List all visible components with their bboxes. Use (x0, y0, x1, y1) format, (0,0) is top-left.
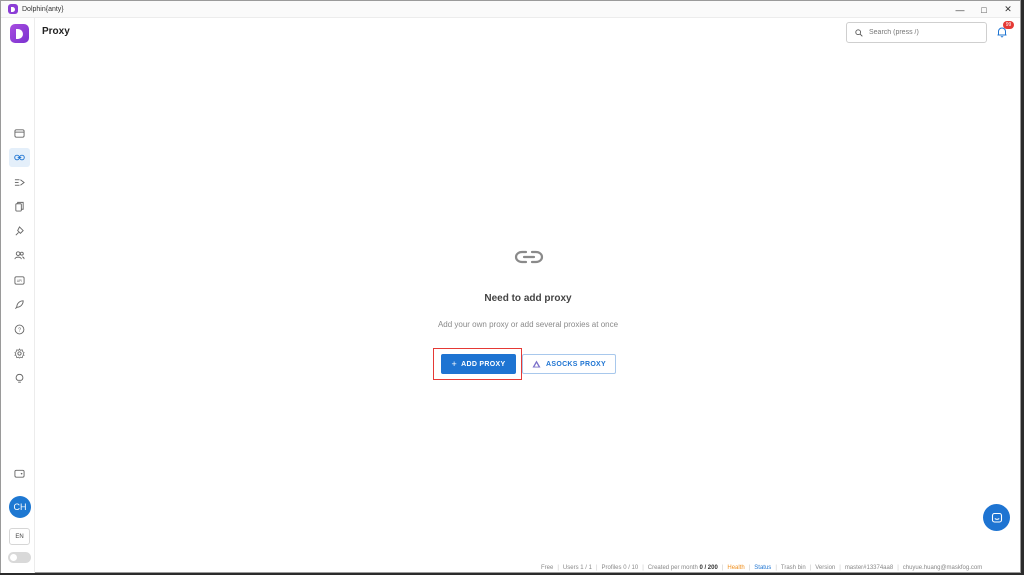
chat-icon (991, 512, 1002, 523)
status-bar: Free | Users 1 / 1 | Profiles 0 / 10 | C… (541, 564, 983, 571)
link-icon (514, 250, 544, 264)
svg-text:API: API (17, 279, 22, 283)
sidebar-item-settings[interactable] (9, 344, 30, 363)
version-label: Version (815, 564, 836, 571)
list-arrow-icon (14, 179, 25, 186)
copy-icon (15, 201, 24, 212)
sidebar-item-help[interactable]: ? (9, 320, 30, 339)
notifications-button[interactable]: 99 (996, 21, 1014, 39)
empty-state-title: Need to add proxy (484, 293, 572, 304)
profiles-value: 0 / 10 (623, 564, 639, 571)
wallet-button[interactable] (9, 464, 30, 483)
link-icon (14, 154, 25, 161)
sidebar-item-proxy[interactable] (9, 148, 30, 167)
users-value: 1 / 1 (580, 564, 592, 571)
empty-state-subtitle: Add your own proxy or add several proxie… (437, 320, 619, 329)
health-link[interactable]: Health (727, 565, 744, 571)
window-icon (14, 129, 25, 138)
status-link[interactable]: Status (754, 565, 771, 571)
sidebar-item-tips[interactable] (9, 369, 30, 388)
sidebar-item-browser-profiles[interactable] (9, 124, 30, 143)
gear-icon (14, 348, 25, 359)
search-input[interactable] (869, 29, 979, 36)
api-icon: API (14, 276, 25, 285)
app-window: Dolphin{anty} — □ ✕ API ? CH EN Proxy Se… (0, 0, 1021, 573)
sidebar: API ? CH EN (1, 18, 35, 573)
users-label: Users (562, 564, 579, 571)
page-title: Proxy (42, 26, 70, 37)
add-proxy-label: ADD PROXY (461, 360, 506, 368)
asocks-proxy-label: ASOCKS PROXY (546, 360, 606, 368)
pin-icon (15, 226, 24, 236)
title-bar: Dolphin{anty} — □ ✕ (1, 1, 1020, 18)
toggle-knob (10, 554, 17, 561)
rocket-icon (15, 300, 24, 309)
sidebar-item-extensions[interactable] (9, 197, 30, 216)
asocks-logo-icon (532, 360, 541, 368)
users-icon (14, 251, 25, 260)
language-button[interactable]: EN (9, 528, 30, 545)
trash-bin-link[interactable]: Trash bin (781, 565, 806, 571)
app-logo-icon (8, 4, 18, 14)
add-proxy-button[interactable]: + ADD PROXY (441, 354, 516, 374)
bulb-icon (15, 373, 24, 383)
avatar[interactable]: CH (9, 496, 31, 518)
help-icon: ? (14, 324, 25, 335)
chat-button[interactable] (983, 504, 1010, 531)
minimize-button[interactable]: — (948, 1, 972, 18)
search-icon (855, 28, 863, 37)
sidebar-item-bookmarks[interactable] (9, 222, 30, 241)
plus-icon: + (451, 359, 458, 369)
sidebar-item-api[interactable]: API (9, 271, 30, 290)
branch-label: master#13374aa8 (844, 564, 894, 571)
created-label: Created per month (647, 564, 698, 571)
sidebar-item-users[interactable] (9, 246, 30, 265)
profiles-label: Profiles (601, 564, 622, 571)
asocks-proxy-button[interactable]: ASOCKS PROXY (522, 354, 616, 374)
sidebar-item-automation[interactable] (9, 173, 30, 192)
notification-badge: 99 (1003, 21, 1014, 29)
close-button[interactable]: ✕ (996, 1, 1020, 18)
plan-label: Free (541, 564, 554, 571)
user-email: chuyue.huang@maskfog.com (902, 564, 983, 571)
wallet-icon (14, 469, 25, 478)
window-title: Dolphin{anty} (22, 5, 64, 13)
dolphin-logo[interactable] (10, 24, 29, 43)
theme-toggle[interactable] (8, 552, 31, 563)
svg-text:?: ? (18, 327, 21, 333)
created-value: 0 / 200 (699, 564, 718, 571)
sidebar-item-launch[interactable] (9, 295, 30, 314)
maximize-button[interactable]: □ (972, 1, 996, 18)
search-box[interactable] (846, 22, 987, 43)
window-controls: — □ ✕ (948, 1, 1020, 18)
